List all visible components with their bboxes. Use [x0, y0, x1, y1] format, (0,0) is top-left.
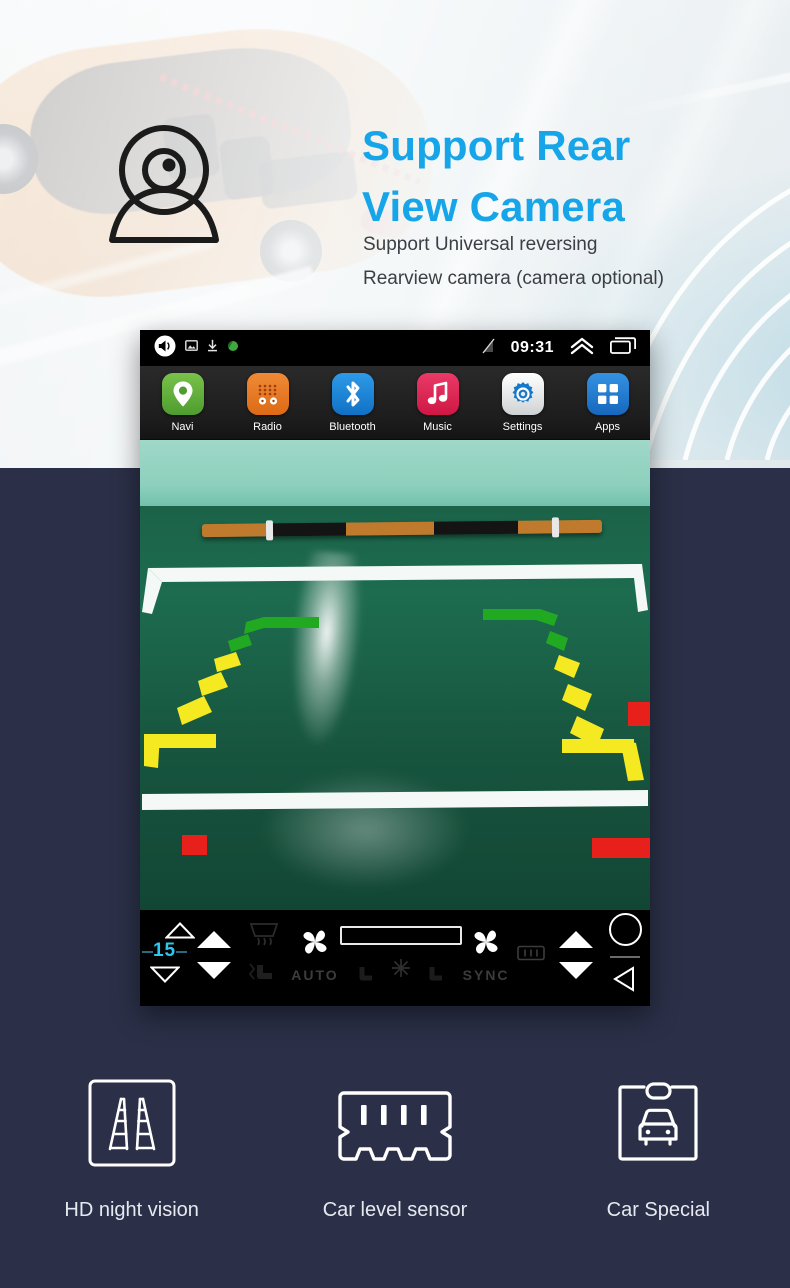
page-title: Support Rear View Camera — [362, 116, 630, 238]
map-pin-icon — [161, 373, 204, 415]
seat-heat-icon — [246, 961, 282, 990]
nav-divider — [610, 956, 641, 958]
status-bar-clock: 09:31 — [510, 339, 554, 356]
app-item-bluetooth[interactable]: Bluetooth — [310, 373, 395, 437]
app-label: Navi — [171, 421, 194, 433]
defrost-rear-button[interactable] — [511, 910, 552, 1000]
temp-dash-left — [141, 950, 153, 953]
app-label: Radio — [253, 421, 282, 433]
blower-down-icon[interactable] — [559, 962, 594, 979]
defrost-front-button[interactable] — [238, 910, 290, 1000]
status-bar: 09:31 — [140, 330, 650, 366]
app-label: Bluetooth — [329, 421, 376, 433]
fan-icon-right — [470, 928, 502, 961]
signal-off-icon — [482, 338, 495, 359]
sync-label: SYNC — [462, 966, 510, 983]
temp-dash-right — [176, 950, 188, 953]
download-icon[interactable] — [207, 339, 218, 357]
app-dock-row: Navi Radio Bluetooth Music Settings Apps — [140, 373, 650, 437]
app-item-apps[interactable]: Apps — [565, 373, 650, 437]
app-item-navi[interactable]: Navi — [140, 373, 225, 437]
recent-apps-icon[interactable] — [609, 337, 636, 359]
level-sensor-icon — [332, 1075, 458, 1171]
grid-icon — [586, 373, 629, 415]
fan-stepper[interactable] — [189, 910, 238, 1000]
snowflake-icon — [390, 957, 412, 984]
app-label: Music — [423, 421, 452, 433]
feature-row: HD night vision Car level sensor Car Spe… — [0, 1075, 790, 1285]
app-label: Settings — [502, 421, 543, 433]
volume-icon[interactable] — [154, 335, 176, 362]
slider-track[interactable] — [339, 926, 462, 945]
feature-hd-night-vision: HD night vision — [0, 1075, 263, 1285]
car-front-icon — [612, 1075, 704, 1171]
fan-up-icon[interactable] — [196, 931, 231, 948]
auto-button[interactable]: AUTO — [290, 910, 339, 1000]
back-icon[interactable] — [611, 966, 639, 997]
feature-label: HD night vision — [64, 1199, 199, 1221]
blower-up-icon[interactable] — [559, 931, 594, 948]
music-note-icon — [416, 373, 459, 415]
parking-lines-icon — [88, 1075, 176, 1171]
app-dock: Navi Radio Bluetooth Music Settings Apps — [140, 366, 650, 440]
defrost-front-icon — [247, 920, 281, 951]
nav-buttons[interactable] — [601, 910, 650, 1000]
webcam-icon — [104, 118, 224, 248]
temperature-value: 15 — [152, 940, 177, 961]
fan-down-icon[interactable] — [196, 962, 231, 979]
gear-icon — [501, 373, 544, 415]
subtitle-line-2: Rearview camera (camera optional) — [363, 267, 664, 289]
app-label: Apps — [594, 421, 621, 433]
temp-stepper-left[interactable]: 15 — [140, 910, 196, 1000]
temp-down-outline-icon[interactable] — [148, 966, 181, 988]
hvac-control-bar: 15 AUTO SYNC — [140, 910, 650, 1000]
title-line-1: Support Rear — [362, 122, 631, 170]
rear-camera-view — [140, 440, 650, 910]
feature-car-special: Car Special — [527, 1075, 790, 1285]
radio-icon — [246, 373, 289, 415]
notification-icon[interactable] — [227, 339, 239, 357]
parking-guidelines-overlay — [144, 609, 650, 858]
home-icon[interactable] — [608, 913, 642, 946]
fan-speed-slider[interactable] — [339, 910, 462, 1000]
bluetooth-icon — [331, 373, 374, 415]
head-unit-device: 09:31 Navi Radio Bluetooth Music Setting… — [140, 330, 650, 1006]
feature-label: Car Special — [606, 1199, 711, 1221]
chevron-up-icon[interactable] — [570, 337, 594, 360]
subtitle-line-1: Support Universal reversing — [363, 234, 598, 255]
hero-subtitle: Support Universal reversing Rearview cam… — [363, 228, 664, 296]
defrost-rear-icon — [517, 944, 546, 967]
title-line-2: View Camera — [362, 183, 625, 231]
sync-button[interactable]: SYNC — [462, 910, 511, 1000]
app-item-radio[interactable]: Radio — [225, 373, 310, 437]
temp-up-outline-icon[interactable] — [152, 922, 196, 939]
seat-heat-left-icon — [356, 965, 378, 990]
temperature-value-wrap: 15 — [141, 940, 188, 962]
feature-car-level-sensor: Car level sensor — [263, 1075, 526, 1285]
seat-heat-right-icon — [426, 965, 448, 990]
fan-icon-left — [299, 928, 331, 961]
blower-stepper-right[interactable] — [552, 910, 601, 1000]
feature-label: Car level sensor — [322, 1199, 468, 1221]
app-item-settings[interactable]: Settings — [480, 373, 565, 437]
app-item-music[interactable]: Music — [395, 373, 480, 437]
auto-label: AUTO — [291, 966, 339, 983]
screenshot-icon[interactable] — [185, 339, 198, 357]
